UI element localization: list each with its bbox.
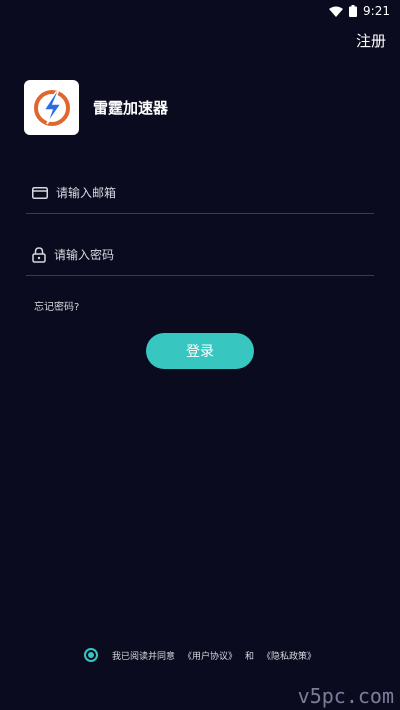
app-name: 雷霆加速器: [93, 99, 169, 117]
email-input[interactable]: [56, 185, 374, 200]
agreement-row: 我已阅读并同意 《用户协议》 和 《隐私政策》: [0, 648, 400, 662]
password-input[interactable]: [54, 247, 374, 262]
email-field-row: [26, 172, 374, 214]
login-button[interactable]: 登录: [146, 333, 254, 369]
password-field-row: [26, 234, 374, 276]
lock-icon: [32, 246, 46, 263]
register-link[interactable]: 注册: [356, 30, 386, 51]
agreement-radio[interactable]: [83, 648, 98, 662]
agreement-prefix: 我已阅读并同意: [111, 651, 175, 662]
status-bar: 9:21: [0, 0, 400, 22]
app-logo: [24, 80, 79, 135]
radio-dot: [87, 652, 94, 658]
wifi-icon: [329, 6, 344, 17]
card-icon: [32, 186, 48, 199]
agreement-and: 和: [245, 651, 255, 662]
lightning-logo-icon: [33, 89, 70, 126]
watermark: v5pc.com: [297, 684, 394, 708]
brand: 雷霆加速器: [24, 80, 168, 135]
battery-icon: [349, 5, 358, 17]
forgot-password-link[interactable]: 忘记密码?: [34, 298, 79, 313]
privacy-policy-link[interactable]: 《隐私政策》: [262, 649, 316, 662]
status-time: 9:21: [363, 4, 390, 18]
user-agreement-link[interactable]: 《用户协议》: [183, 649, 237, 662]
